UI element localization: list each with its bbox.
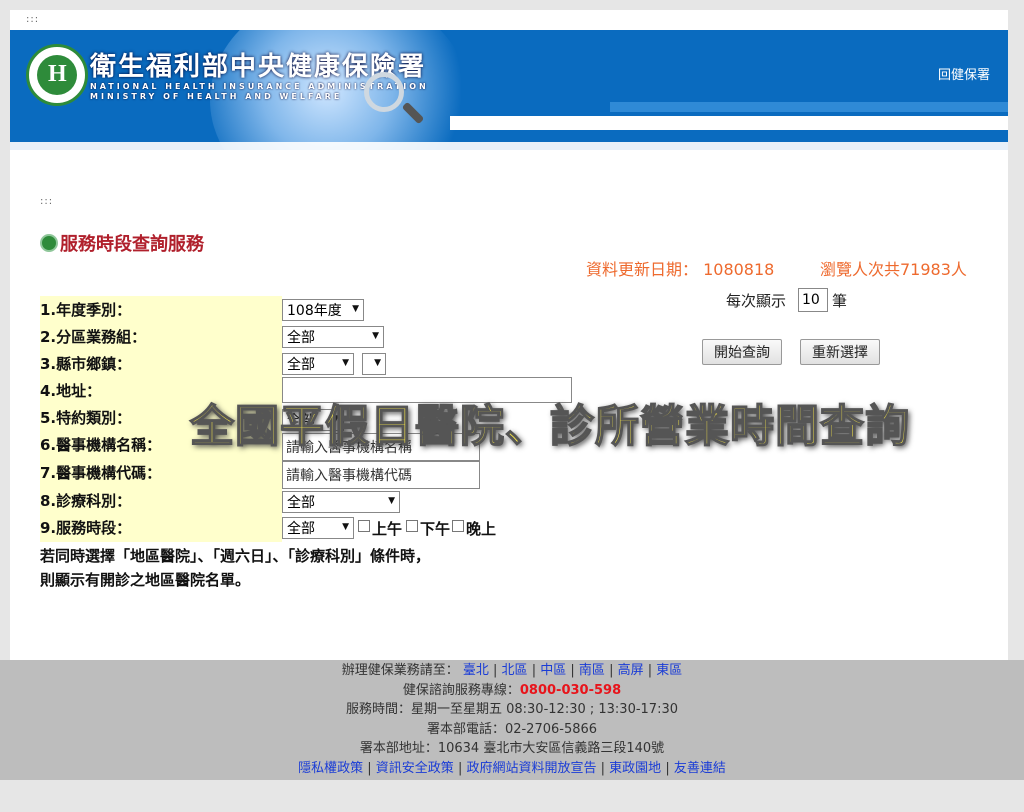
magnifier-icon (364, 72, 404, 112)
region-link-north[interactable]: 北區 (502, 663, 528, 678)
per-page-unit: 筆 (832, 291, 848, 310)
search-note: 若同時選擇「地區醫院」、「週六日」、「診療科別」條件時， 則顯示有開診之地區醫院… (40, 544, 430, 592)
footer-address: 署本部地址：10634 臺北市大安區信義路三段140號 (359, 741, 665, 756)
per-page-label: 每次顯示 (726, 291, 787, 310)
security-policy-link[interactable]: 資訊安全政策 (376, 761, 454, 776)
footer-hotline-line: 健保諮詢服務專線：0800-030-598 (0, 681, 1024, 701)
top-skip-marker: ::: (26, 14, 40, 25)
year-row: 1.年度季別： (40, 296, 282, 323)
nhi-small-icon (40, 234, 58, 252)
site-footer: 辦理健保業務請至： 臺北 | 北區 | 中區 | 南區 | 高屏 | 東區 健保… (0, 660, 1024, 780)
view-count: 瀏覽人次共71983人 (820, 260, 967, 279)
region-link-kaoping[interactable]: 高屏 (618, 663, 644, 678)
department-select[interactable]: 全部 (282, 491, 400, 513)
policy-garden-link[interactable]: 東政園地 (609, 761, 661, 776)
department-label: 8.診療科別： (40, 492, 132, 510)
search-button[interactable]: 開始查詢 (702, 339, 782, 365)
friendly-links-link[interactable]: 友善連結 (674, 761, 726, 776)
footer-regions-prefix: 辦理健保業務請至： (341, 663, 459, 678)
service-time-select[interactable]: 全部 (282, 517, 354, 539)
banner-stripe (450, 116, 1008, 130)
site-header-banner: 衛生福利部中央健康保險署 NATIONAL HEALTH INSURANCE A… (10, 30, 1008, 150)
county-label: 3.縣市鄉鎮： (40, 355, 132, 373)
time-row: 9.服務時段： (40, 514, 282, 541)
footer-hours: 服務時間：星期一至星期五 08:30-12:30 ; 13:30-17:30 (345, 702, 678, 717)
per-page-input[interactable] (798, 288, 829, 312)
institution-code-label: 7.醫事機構代碼： (40, 464, 162, 482)
footer-links-line: 隱私權政策 | 資訊安全政策 | 政府網站資料開放宣告 | 東政園地 | 友善連… (298, 760, 726, 776)
county-select[interactable]: 全部 (282, 353, 354, 375)
privacy-policy-link[interactable]: 隱私權政策 (298, 761, 363, 776)
page-title: 服務時段查詢服務 (60, 234, 204, 255)
morning-label: 上午 (372, 520, 403, 538)
morning-checkbox[interactable] (358, 520, 370, 532)
footer-regions-line: 辦理健保業務請至： 臺北 | 北區 | 中區 | 南區 | 高屏 | 東區 (341, 663, 683, 678)
footer-phone: 署本部電話：02-2706-5866 (426, 721, 598, 737)
evening-checkbox[interactable] (452, 520, 464, 532)
banner-stripe (10, 142, 1008, 150)
page-title-row: 服務時段查詢服務 (40, 230, 204, 256)
search-note-line2: 則顯示有開診之地區醫院名單。 (40, 571, 251, 589)
open-data-link[interactable]: 政府網站資料開放宣告 (466, 761, 596, 776)
county-row: 3.縣市鄉鎮： (40, 350, 282, 377)
service-time-label: 9.服務時段： (40, 519, 132, 537)
town-select[interactable] (362, 353, 386, 375)
overlay-caption: 全國平假日醫院、診所營業時間查詢 (189, 400, 910, 453)
data-update-date: 資料更新日期： 1080818 (586, 260, 775, 279)
institution-code-input[interactable]: 請輸入醫事機構代碼 (282, 461, 480, 489)
region-link-south[interactable]: 南區 (579, 663, 605, 678)
nhi-logo-icon[interactable] (26, 44, 88, 106)
region-link-central[interactable]: 中區 (540, 663, 566, 678)
branch-select[interactable]: 全部 (282, 326, 384, 348)
afternoon-checkbox[interactable] (406, 520, 418, 532)
branch-row: 2.分區業務組： (40, 323, 282, 350)
dept-row: 8.診療科別： (40, 487, 282, 514)
home-link[interactable]: 回健保署 (938, 64, 990, 83)
code-row: 7.醫事機構代碼： (40, 459, 282, 486)
page-container: ::: 衛生福利部中央健康保險署 NATIONAL HEALTH INSURAN… (10, 10, 1008, 660)
region-link-east[interactable]: 東區 (656, 663, 682, 678)
reset-button[interactable]: 重新選擇 (800, 339, 880, 365)
search-note-line1: 若同時選擇「地區醫院」、「週六日」、「診療科別」條件時， (40, 547, 431, 565)
hotline-number: 0800-030-598 (519, 682, 622, 698)
region-link-taipei[interactable]: 臺北 (463, 663, 489, 678)
year-select[interactable]: 108年度 (282, 299, 364, 321)
hotline-label: 健保諮詢服務專線： (402, 682, 520, 698)
banner-stripe (610, 102, 1008, 112)
afternoon-label: 下午 (420, 520, 451, 538)
content-skip-marker: ::: (40, 196, 54, 207)
evening-label: 晚上 (466, 520, 497, 538)
branch-label: 2.分區業務組： (40, 328, 147, 346)
per-page-control: 每次顯示 筆 (726, 288, 847, 312)
year-label: 1.年度季別： (40, 301, 132, 319)
